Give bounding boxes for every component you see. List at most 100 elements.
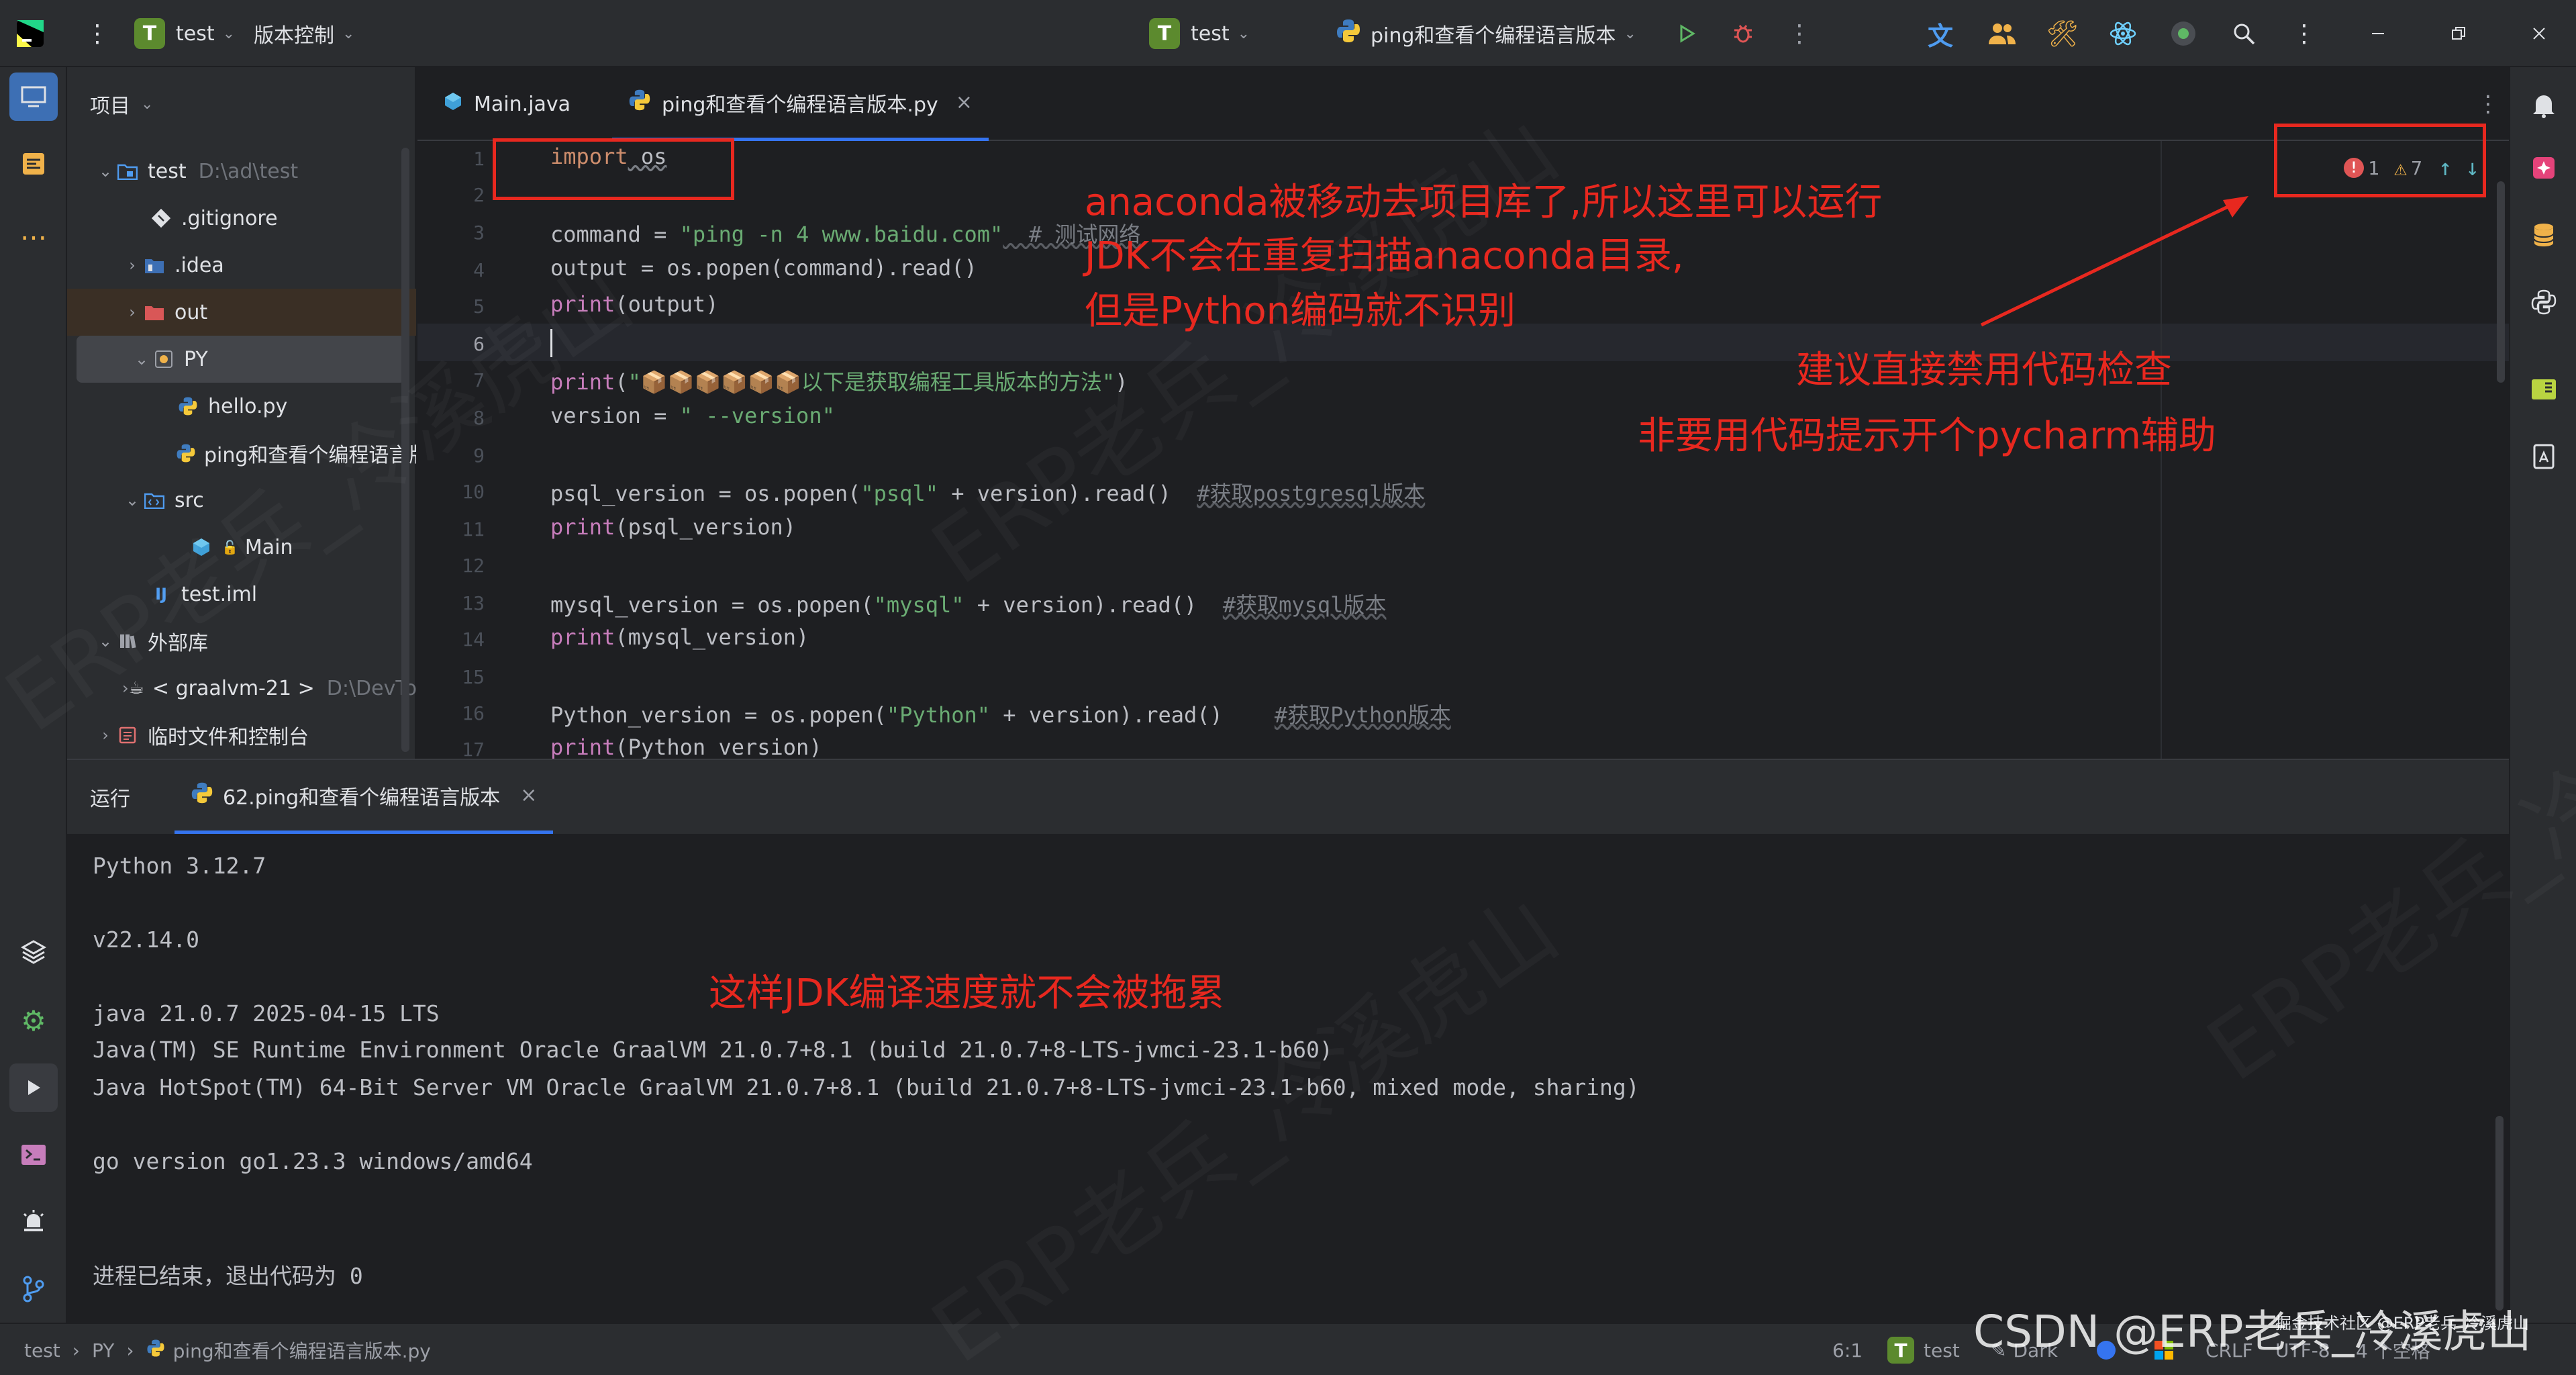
annotation-text: 非要用代码提示开个pycharm辅助: [1638, 414, 2216, 458]
text-cursor: [550, 329, 552, 357]
breadcrumb-item[interactable]: PY: [92, 1339, 114, 1362]
tree-item-external-libs[interactable]: ⌄ 外部库: [67, 618, 416, 665]
tab-options-icon[interactable]: ⋮: [2471, 87, 2505, 121]
run-icon[interactable]: [1670, 17, 1703, 50]
notifications-bell-icon[interactable]: [2520, 81, 2568, 129]
tree-item-scratches[interactable]: › 临时文件和控制台: [67, 712, 416, 759]
java-class-icon: [443, 91, 463, 117]
run-panel: 运行 62.ping和查看个编程语言版本 × Python 3.12.7 v22…: [67, 759, 2509, 1324]
more-actions-icon[interactable]: ⋮: [1783, 17, 1816, 50]
problems-icon[interactable]: [9, 1198, 58, 1246]
python-console-icon[interactable]: [2520, 278, 2568, 326]
terminal-icon[interactable]: [9, 1131, 58, 1179]
close-tab-icon[interactable]: ×: [520, 784, 537, 807]
more-tools-icon[interactable]: …: [9, 207, 58, 255]
chevron-down-icon[interactable]: ⌄: [132, 350, 152, 369]
code-line-16: Python_version = os.popen("Python" + ver…: [550, 702, 1451, 728]
debug-icon[interactable]: [1726, 17, 1760, 50]
interpreter-selector[interactable]: T test: [1887, 1324, 1960, 1375]
project-panel-header[interactable]: 项目 ⌄: [90, 87, 153, 121]
code-line-8: version = " --version": [550, 403, 835, 428]
code-line-4: output = os.popen(command).read(): [550, 255, 977, 281]
python-file-icon: [176, 441, 196, 465]
code-line-5: print(output): [550, 291, 719, 317]
tree-item-py[interactable]: ⌄ PY: [77, 336, 405, 383]
search-icon[interactable]: [2227, 17, 2261, 50]
settings-menu-icon[interactable]: ⋮: [2287, 17, 2321, 50]
tools-icon[interactable]: 🛠: [2046, 17, 2079, 50]
editor-scrollbar[interactable]: [2497, 181, 2505, 383]
console-output[interactable]: Python 3.12.7 v22.14.0 java 21.0.7 2025-…: [67, 834, 2509, 1324]
chevron-down-icon[interactable]: ⌄: [95, 632, 115, 651]
run-config-selector[interactable]: T test ⌄: [1149, 0, 1250, 67]
tree-item-main[interactable]: 🔓 Main: [67, 524, 416, 571]
tree-item-test-iml[interactable]: IJ test.iml: [67, 571, 416, 618]
chevron-down-icon[interactable]: ⌄: [95, 162, 115, 181]
run-panel-title: 运行: [90, 788, 130, 811]
collaboration-icon[interactable]: [1985, 17, 2019, 50]
console-line: 进程已结束，退出代码为 0: [93, 1263, 363, 1289]
vcs-selector[interactable]: 版本控制 ⌄: [254, 0, 354, 67]
tree-item-src[interactable]: ⌄ src: [67, 477, 416, 524]
python-icon: [1336, 18, 1361, 49]
run-config-badge: T: [1149, 18, 1180, 49]
layers-icon[interactable]: [9, 928, 58, 976]
chevron-right-icon[interactable]: ›: [122, 679, 129, 698]
console-scrollbar[interactable]: [2495, 1116, 2504, 1311]
tree-item-graalvm[interactable]: › ☕ < graalvm-21 > D:\DevTo: [67, 665, 416, 712]
console-line: Python 3.12.7: [93, 853, 266, 879]
chevron-right-icon[interactable]: ›: [95, 726, 115, 745]
right-tool-strip: [2509, 67, 2576, 1323]
translate-icon[interactable]: 文: [1924, 17, 1957, 51]
tree-item-ping-py[interactable]: ping和查看个编程语言版本.py: [67, 430, 416, 477]
chevron-down-icon: ⌄: [222, 25, 236, 42]
lock-icon: 🔓: [221, 539, 238, 555]
chevron-down-icon: ⌄: [342, 25, 355, 42]
chevron-right-icon[interactable]: ›: [122, 303, 142, 322]
main-menu-icon[interactable]: ⋮: [81, 17, 114, 50]
tree-item-gitignore[interactable]: .gitignore: [67, 195, 416, 242]
ai-assistant-icon[interactable]: [2520, 144, 2568, 192]
chevron-down-icon[interactable]: ⌄: [122, 491, 142, 510]
run-tool-icon[interactable]: [9, 1063, 58, 1112]
project-selector[interactable]: T test ⌄: [134, 0, 235, 67]
project-tool-icon[interactable]: [9, 73, 58, 121]
breadcrumb-item[interactable]: test: [24, 1339, 60, 1362]
code-line-3: command = "ping -n 4 www.baidu.com" # 测试…: [550, 222, 1141, 247]
services-gear-icon[interactable]: ⚙: [9, 996, 58, 1045]
python-file-icon: [628, 89, 651, 117]
tree-item-out[interactable]: › out: [67, 289, 416, 336]
bookmarks-icon[interactable]: [2520, 365, 2568, 414]
annotation-arrow: [1980, 196, 2248, 327]
tree-item-test[interactable]: ⌄ test D:\ad\test: [67, 148, 416, 195]
atom-icon[interactable]: [2106, 17, 2140, 50]
structure-tool-icon[interactable]: [9, 140, 58, 188]
line-number: 3: [473, 222, 485, 244]
run-panel-header: 运行 62.ping和查看个编程语言版本 ×: [67, 760, 2509, 834]
tab-ping-py[interactable]: ping和查看个编程语言版本.py ×: [612, 67, 989, 141]
line-number: 4: [473, 259, 485, 281]
close-window-icon[interactable]: [2522, 17, 2556, 50]
tree-item-hello-py[interactable]: hello.py: [67, 383, 416, 430]
run-tab[interactable]: 62.ping和查看个编程语言版本 ×: [175, 760, 554, 834]
caret-position[interactable]: 6:1: [1832, 1324, 1863, 1375]
documentation-icon[interactable]: [2520, 432, 2568, 481]
git-branch-icon[interactable]: [9, 1265, 58, 1313]
plugin-status-icon[interactable]: [2167, 17, 2200, 50]
restore-icon[interactable]: [2442, 17, 2475, 50]
chevron-right-icon: ›: [72, 1339, 80, 1362]
tab-main-java[interactable]: Main.java: [427, 67, 587, 141]
database-icon[interactable]: [2520, 211, 2568, 259]
excluded-folder-icon: [142, 300, 166, 324]
current-file-selector[interactable]: ping和查看个编程语言版本 ⌄: [1336, 0, 1636, 67]
console-line: java 21.0.7 2025-04-15 LTS: [93, 1000, 440, 1027]
project-panel-scrollbar[interactable]: [401, 148, 409, 752]
tree-item-idea[interactable]: › .idea: [67, 242, 416, 289]
breadcrumb-item[interactable]: ping和查看个编程语言版本.py: [173, 1337, 431, 1364]
app-logo-icon[interactable]: [13, 17, 47, 50]
close-tab-icon[interactable]: ×: [956, 91, 973, 114]
scratches-icon: [115, 723, 140, 747]
minimize-icon[interactable]: [2361, 17, 2395, 50]
chevron-down-icon: ⌄: [1624, 25, 1636, 42]
chevron-right-icon[interactable]: ›: [122, 256, 142, 275]
